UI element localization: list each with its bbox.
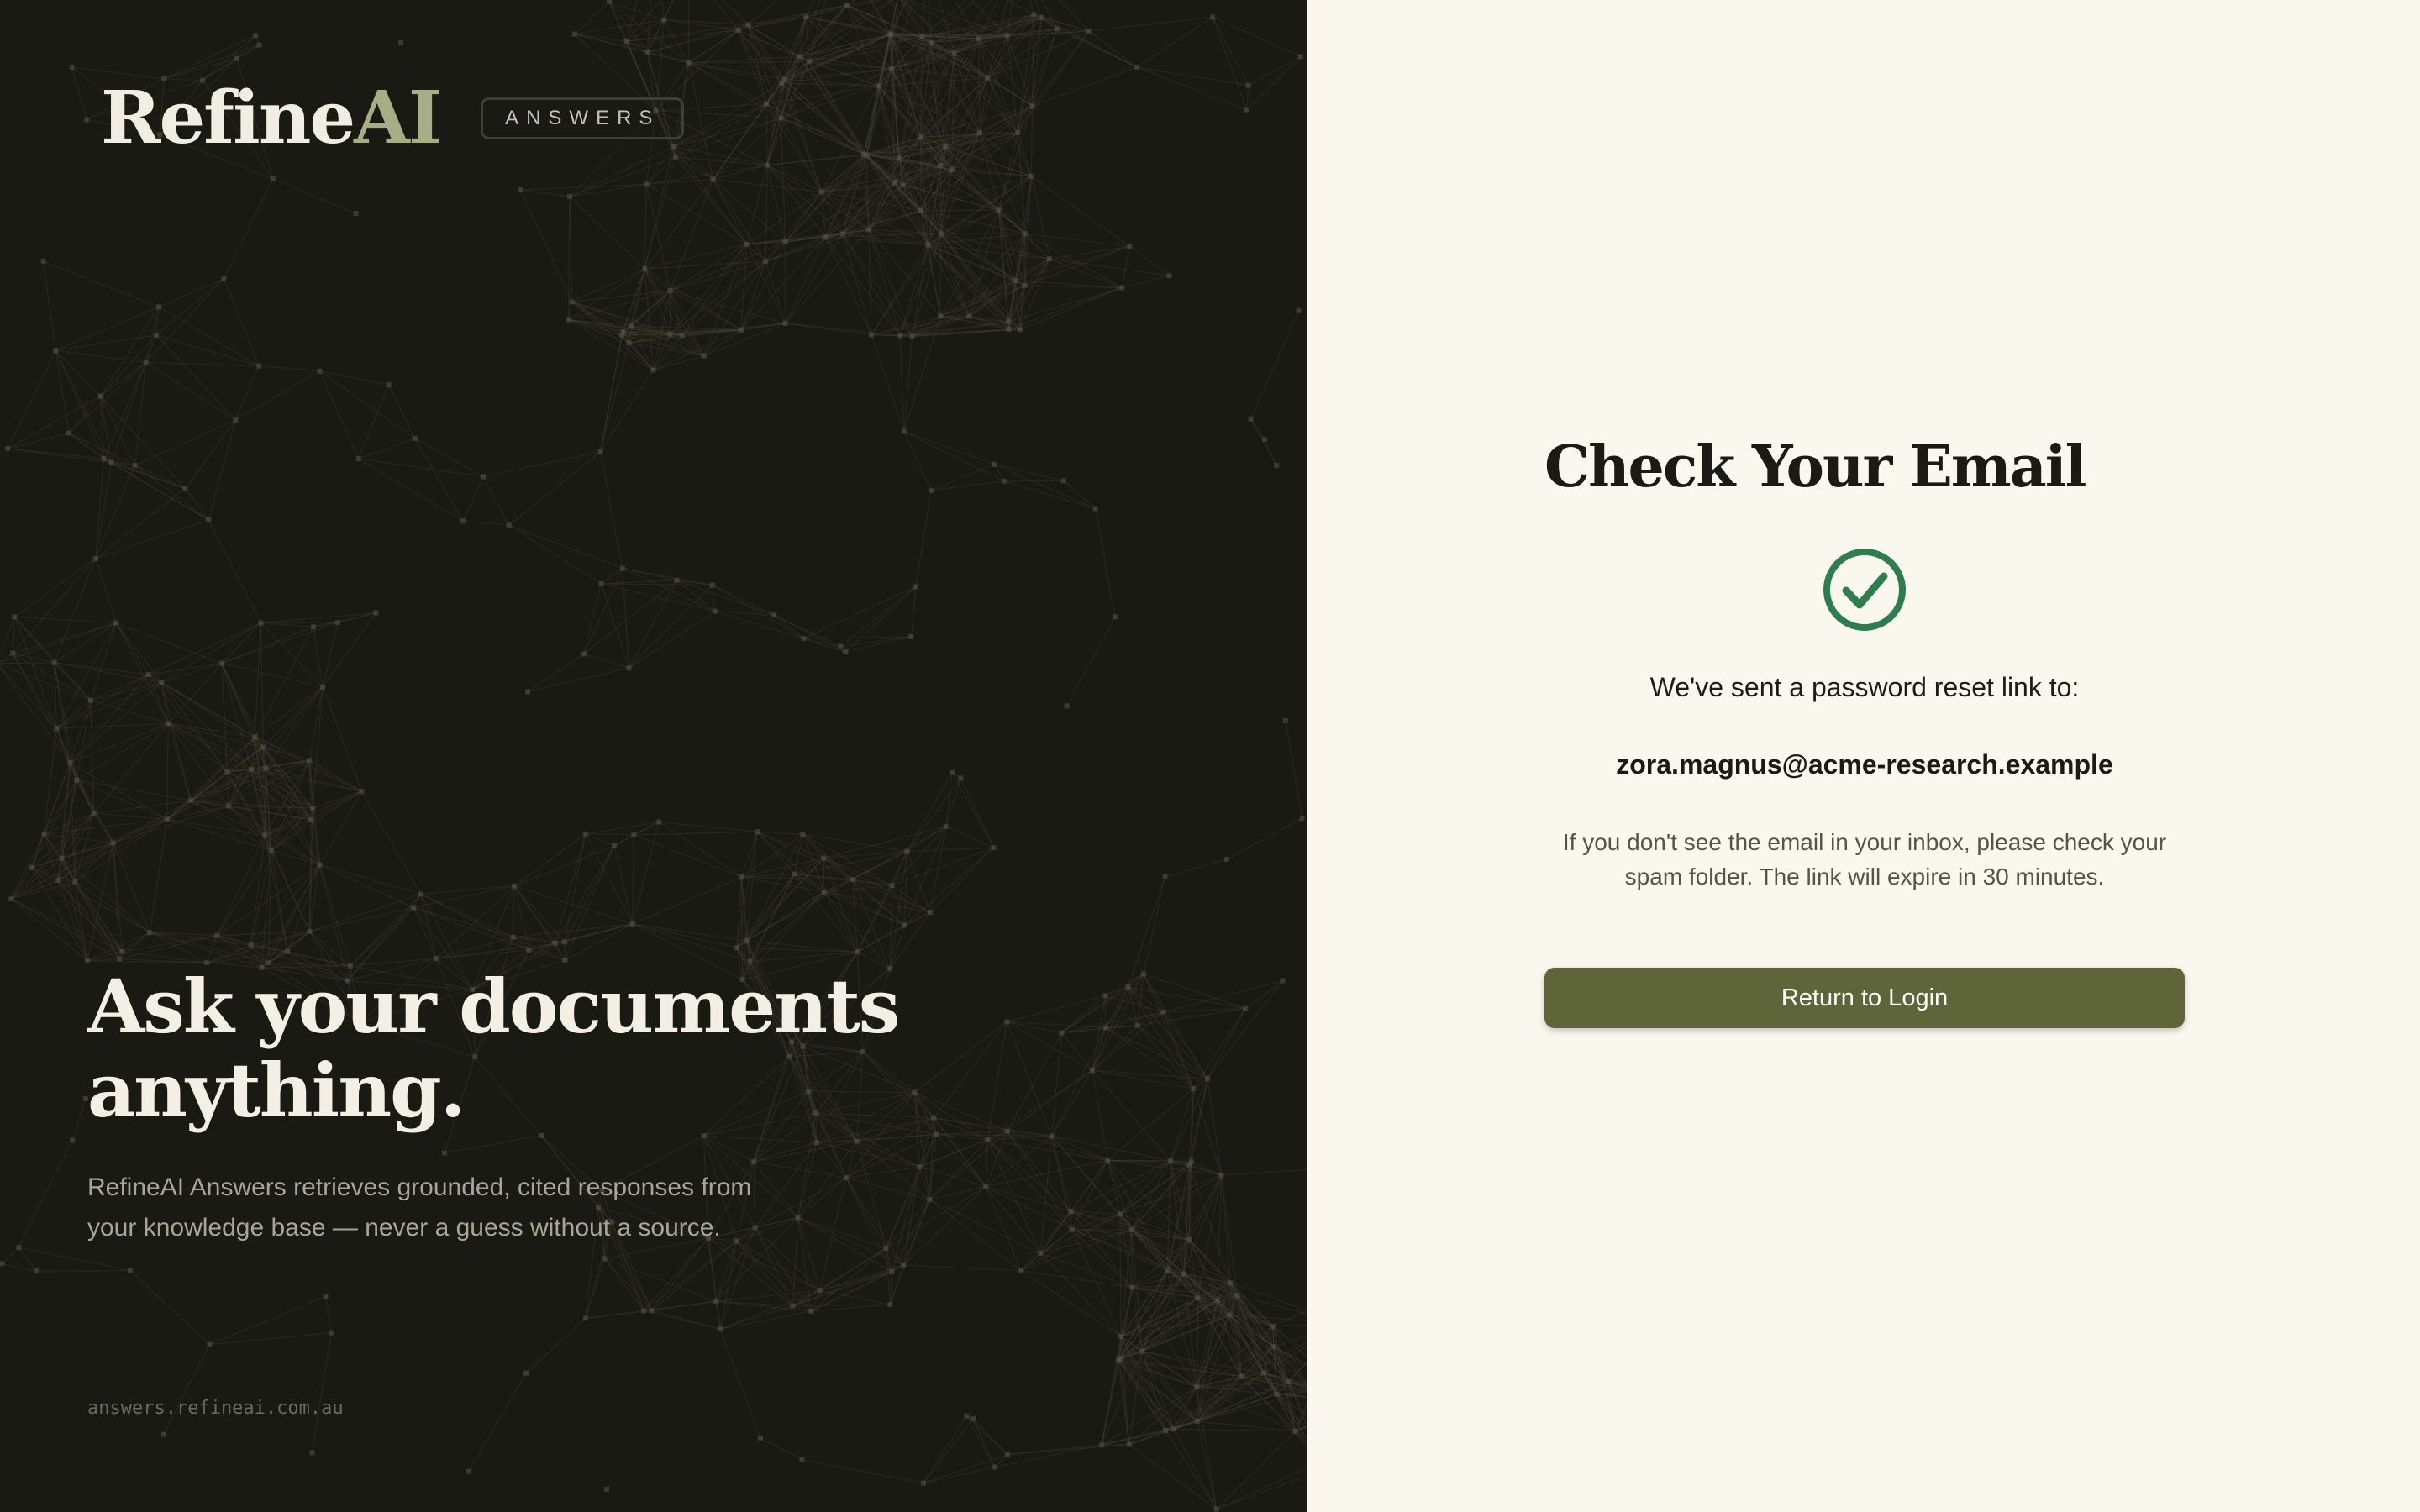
- return-to-login-button[interactable]: Return to Login: [1544, 968, 2185, 1028]
- brand-header: RefineAI ANSWERS: [101, 82, 685, 155]
- hero-headline-line1: Ask your documents: [87, 963, 900, 1050]
- logo-main-text: Refine: [101, 76, 355, 160]
- check-circle-icon: [1823, 549, 1906, 631]
- confirmation-card: Check Your Email We've sent a password r…: [1544, 432, 2185, 1028]
- hero-headline: Ask your documents anything.: [87, 964, 1012, 1132]
- refineai-logo: RefineAI: [101, 82, 442, 155]
- logo-accent-text: AI: [354, 76, 442, 160]
- network-background: [0, 0, 1307, 1512]
- confirmation-panel: Check Your Email We've sent a password r…: [1307, 0, 2420, 1512]
- spam-folder-note: If you don't see the email in your inbox…: [1562, 829, 2167, 890]
- hero-headline-line2: anything.: [87, 1047, 466, 1134]
- product-tag: ANSWERS: [481, 97, 685, 139]
- hero-subtext: RefineAI Answers retrieves grounded, cit…: [87, 1173, 752, 1242]
- brand-panel: RefineAI ANSWERS Ask your documents anyt…: [0, 0, 1307, 1512]
- recipient-email: zora.magnus@acme-research.example: [1616, 749, 2113, 780]
- site-url: answers.refineai.com.au: [87, 1398, 344, 1419]
- page-title: Check Your Email: [1544, 433, 2086, 501]
- sent-message: We've sent a password reset link to:: [1649, 672, 2080, 702]
